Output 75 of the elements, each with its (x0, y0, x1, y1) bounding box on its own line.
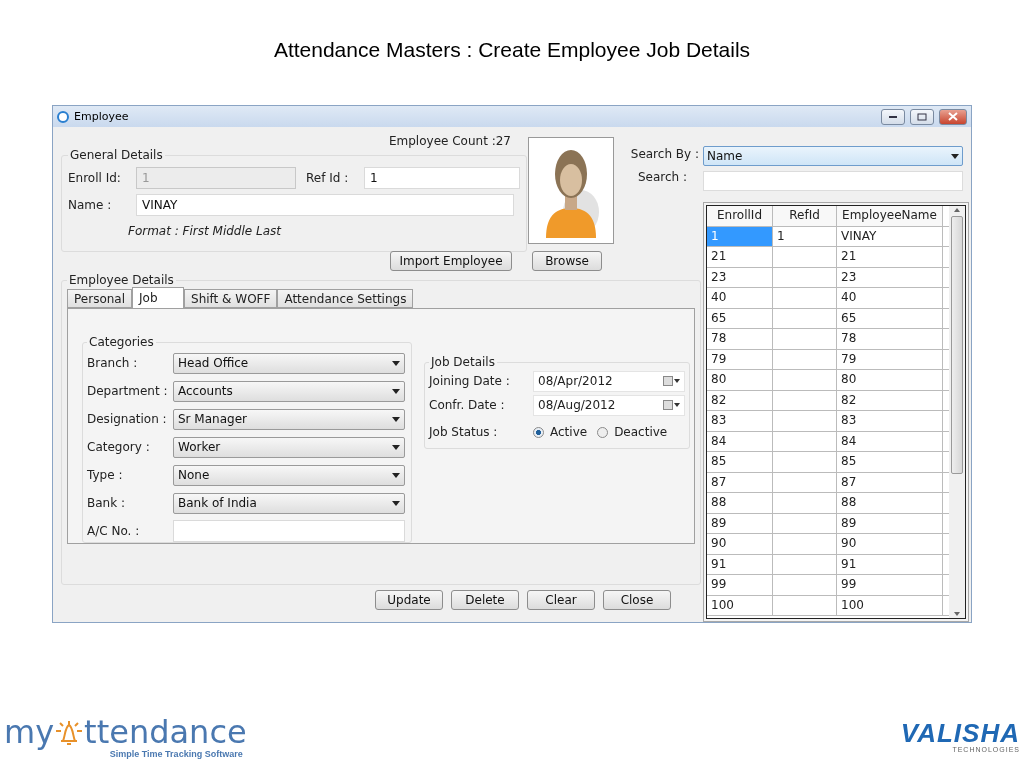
calendar-icon (663, 376, 680, 386)
close-icon (948, 112, 958, 121)
dropdown[interactable]: Bank of India (173, 492, 405, 514)
field-label: A/C No. : (87, 524, 141, 538)
browse-button[interactable]: Browse (532, 251, 602, 271)
search-field[interactable] (703, 171, 963, 191)
scroll-down-icon (953, 610, 961, 618)
logo-text: ttendance (84, 716, 247, 748)
radio-label: Active (550, 425, 588, 439)
field-label: Type : (87, 468, 124, 482)
field-label: Bank : (87, 496, 126, 510)
field-label: Job Status : (429, 425, 499, 439)
field-label: Category : (87, 440, 151, 454)
tab[interactable]: Shift & WOFF (184, 289, 278, 308)
field-label: Enroll Id: (68, 170, 122, 185)
caret-icon (951, 153, 959, 159)
group-title: Job Details (429, 355, 496, 369)
tab[interactable]: Attendance Settings (277, 289, 414, 308)
group-title: Categories (88, 335, 155, 349)
column-header[interactable]: EnrollId (707, 206, 773, 226)
action-button[interactable]: Update (375, 590, 443, 610)
close-button[interactable] (939, 108, 967, 125)
caret-icon (392, 416, 400, 422)
employee-count: Employee Count :27 (389, 134, 511, 148)
search-by-dropdown[interactable]: Name (703, 146, 963, 166)
input-field[interactable] (173, 520, 405, 542)
radio-label: Deactive (614, 425, 668, 439)
scrollbar[interactable] (949, 206, 965, 618)
group-title: Employee Details (68, 273, 175, 287)
column-header[interactable]: RefId (773, 206, 837, 226)
date-field[interactable]: 08/Aug/2012 (533, 394, 685, 416)
input-field[interactable]: VINAY (136, 193, 514, 216)
field-label: Joining Date : (429, 374, 511, 388)
dropdown[interactable]: Sr Manager (173, 408, 405, 430)
caret-icon (392, 472, 400, 478)
column-header[interactable]: EmployeeName (837, 206, 943, 226)
dropdown[interactable]: Accounts (173, 380, 405, 402)
calendar-icon (663, 400, 680, 410)
radio-button[interactable] (533, 426, 544, 438)
field-label: Confr. Date : (429, 398, 506, 412)
slide-title: Attendance Masters : Create Employee Job Details (272, 38, 752, 63)
caret-icon (392, 388, 400, 394)
input-field[interactable]: 1 (364, 166, 520, 189)
field-label: Ref Id : (306, 170, 350, 185)
company-logo-text: VALISHA (900, 720, 1020, 746)
minimize-button[interactable] (881, 108, 905, 125)
caret-icon (392, 500, 400, 506)
dropdown[interactable]: Head Office (173, 352, 405, 374)
import-employee-button[interactable]: Import Employee (390, 251, 512, 271)
field-label: Branch : (87, 356, 139, 370)
app-icon (57, 110, 69, 123)
logo-tagline: Simple Time Tracking Software (109, 749, 243, 759)
scroll-up-icon (953, 206, 961, 214)
date-field[interactable]: 08/Apr/2012 (533, 370, 685, 392)
caret-icon (392, 360, 400, 366)
logo-text: my (4, 716, 55, 748)
search-label: Search : (637, 170, 687, 184)
maximize-button[interactable] (910, 108, 934, 125)
field-label: Designation : (87, 412, 167, 426)
search-by-label: Search By : (630, 147, 699, 161)
group-title: General Details (69, 148, 164, 162)
field-label: Name : (68, 197, 113, 212)
action-button[interactable]: Close (603, 590, 671, 610)
radio-button[interactable] (597, 426, 609, 438)
window-title: Employee (74, 110, 130, 123)
action-button[interactable]: Delete (451, 590, 519, 610)
dropdown[interactable]: None (173, 464, 405, 486)
caret-icon (392, 444, 400, 450)
action-button[interactable]: Clear (527, 590, 595, 610)
dropdown[interactable]: Worker (173, 436, 405, 458)
field-label: Department : (87, 384, 167, 398)
tab[interactable]: Job (132, 287, 184, 308)
maximize-icon (917, 112, 927, 121)
format-hint: Format : First Middle Last (128, 223, 281, 240)
tab[interactable]: Personal (67, 289, 132, 308)
